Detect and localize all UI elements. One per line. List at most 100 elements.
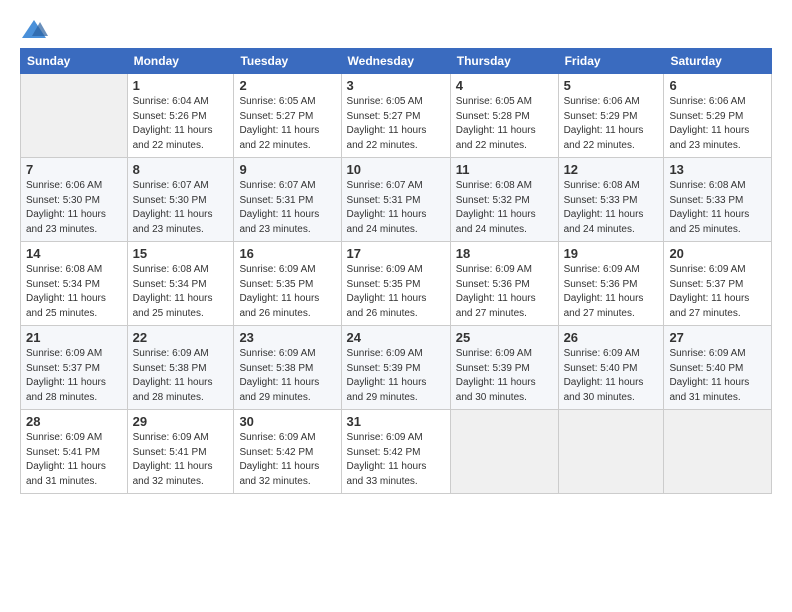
day-info: Sunrise: 6:09 AMSunset: 5:38 PMDaylight:… — [239, 347, 335, 405]
calendar-cell: 18 Sunrise: 6:09 AMSunset: 5:36 PMDayligh… — [450, 242, 558, 326]
day-info: Sunrise: 6:09 AMSunset: 5:37 PMDaylight:… — [669, 263, 766, 321]
day-number: 29 — [133, 414, 229, 429]
day-number: 6 — [669, 78, 766, 93]
calendar-cell: 1 Sunrise: 6:04 AMSunset: 5:26 PMDaylight… — [127, 74, 234, 158]
calendar-cell: 17 Sunrise: 6:09 AMSunset: 5:35 PMDayligh… — [341, 242, 450, 326]
calendar-cell: 27 Sunrise: 6:09 AMSunset: 5:40 PMDayligh… — [664, 326, 772, 410]
calendar-cell — [558, 410, 664, 494]
calendar-cell: 14 Sunrise: 6:08 AMSunset: 5:34 PMDayligh… — [21, 242, 128, 326]
calendar-cell: 11 Sunrise: 6:08 AMSunset: 5:32 PMDayligh… — [450, 158, 558, 242]
day-header-friday: Friday — [558, 49, 664, 74]
day-info: Sunrise: 6:08 AMSunset: 5:34 PMDaylight:… — [26, 263, 122, 321]
day-header-monday: Monday — [127, 49, 234, 74]
day-header-sunday: Sunday — [21, 49, 128, 74]
calendar-cell: 26 Sunrise: 6:09 AMSunset: 5:40 PMDayligh… — [558, 326, 664, 410]
day-number: 26 — [564, 330, 659, 345]
calendar-cell: 12 Sunrise: 6:08 AMSunset: 5:33 PMDayligh… — [558, 158, 664, 242]
calendar: SundayMondayTuesdayWednesdayThursdayFrid… — [20, 48, 772, 494]
day-header-tuesday: Tuesday — [234, 49, 341, 74]
day-number: 22 — [133, 330, 229, 345]
day-number: 8 — [133, 162, 229, 177]
calendar-cell: 3 Sunrise: 6:05 AMSunset: 5:27 PMDaylight… — [341, 74, 450, 158]
day-info: Sunrise: 6:07 AMSunset: 5:31 PMDaylight:… — [347, 179, 445, 237]
calendar-cell: 5 Sunrise: 6:06 AMSunset: 5:29 PMDaylight… — [558, 74, 664, 158]
day-info: Sunrise: 6:09 AMSunset: 5:41 PMDaylight:… — [26, 431, 122, 489]
day-number: 18 — [456, 246, 553, 261]
day-number: 27 — [669, 330, 766, 345]
day-info: Sunrise: 6:06 AMSunset: 5:29 PMDaylight:… — [564, 95, 659, 153]
day-number: 24 — [347, 330, 445, 345]
calendar-cell — [21, 74, 128, 158]
day-info: Sunrise: 6:09 AMSunset: 5:42 PMDaylight:… — [347, 431, 445, 489]
calendar-cell: 29Sunrise: 6:09 AMSunset: 5:41 PMDayligh… — [127, 410, 234, 494]
day-info: Sunrise: 6:07 AMSunset: 5:30 PMDaylight:… — [133, 179, 229, 237]
day-number: 31 — [347, 414, 445, 429]
day-info: Sunrise: 6:08 AMSunset: 5:33 PMDaylight:… — [564, 179, 659, 237]
day-info: Sunrise: 6:08 AMSunset: 5:33 PMDaylight:… — [669, 179, 766, 237]
calendar-cell: 7Sunrise: 6:06 AMSunset: 5:30 PMDaylight… — [21, 158, 128, 242]
day-number: 7 — [26, 162, 122, 177]
week-row-3: 21Sunrise: 6:09 AMSunset: 5:37 PMDayligh… — [21, 326, 772, 410]
day-info: Sunrise: 6:09 AMSunset: 5:35 PMDaylight:… — [347, 263, 445, 321]
day-number: 14 — [26, 246, 122, 261]
day-number: 16 — [239, 246, 335, 261]
calendar-body: 1 Sunrise: 6:04 AMSunset: 5:26 PMDaylight… — [21, 74, 772, 494]
day-number: 17 — [347, 246, 445, 261]
day-number: 20 — [669, 246, 766, 261]
day-number: 10 — [347, 162, 445, 177]
calendar-cell: 23 Sunrise: 6:09 AMSunset: 5:38 PMDayligh… — [234, 326, 341, 410]
day-number: 9 — [239, 162, 335, 177]
page: SundayMondayTuesdayWednesdayThursdayFrid… — [0, 0, 792, 504]
day-info: Sunrise: 6:09 AMSunset: 5:39 PMDaylight:… — [456, 347, 553, 405]
day-number: 4 — [456, 78, 553, 93]
calendar-cell: 25 Sunrise: 6:09 AMSunset: 5:39 PMDayligh… — [450, 326, 558, 410]
day-number: 3 — [347, 78, 445, 93]
calendar-cell: 24 Sunrise: 6:09 AMSunset: 5:39 PMDayligh… — [341, 326, 450, 410]
day-info: Sunrise: 6:09 AMSunset: 5:40 PMDaylight:… — [669, 347, 766, 405]
calendar-cell: 9 Sunrise: 6:07 AMSunset: 5:31 PMDaylight… — [234, 158, 341, 242]
calendar-cell: 21Sunrise: 6:09 AMSunset: 5:37 PMDayligh… — [21, 326, 128, 410]
calendar-header: SundayMondayTuesdayWednesdayThursdayFrid… — [21, 49, 772, 74]
week-row-2: 14 Sunrise: 6:08 AMSunset: 5:34 PMDayligh… — [21, 242, 772, 326]
day-number: 28 — [26, 414, 122, 429]
day-header-row: SundayMondayTuesdayWednesdayThursdayFrid… — [21, 49, 772, 74]
day-number: 15 — [133, 246, 229, 261]
calendar-cell: 20 Sunrise: 6:09 AMSunset: 5:37 PMDayligh… — [664, 242, 772, 326]
calendar-cell — [450, 410, 558, 494]
day-info: Sunrise: 6:09 AMSunset: 5:35 PMDaylight:… — [239, 263, 335, 321]
day-info: Sunrise: 6:04 AMSunset: 5:26 PMDaylight:… — [133, 95, 229, 153]
calendar-cell: 4 Sunrise: 6:05 AMSunset: 5:28 PMDaylight… — [450, 74, 558, 158]
calendar-cell: 22Sunrise: 6:09 AMSunset: 5:38 PMDayligh… — [127, 326, 234, 410]
day-number: 2 — [239, 78, 335, 93]
day-info: Sunrise: 6:08 AMSunset: 5:32 PMDaylight:… — [456, 179, 553, 237]
day-number: 25 — [456, 330, 553, 345]
day-info: Sunrise: 6:09 AMSunset: 5:42 PMDaylight:… — [239, 431, 335, 489]
day-number: 1 — [133, 78, 229, 93]
day-number: 11 — [456, 162, 553, 177]
week-row-1: 7Sunrise: 6:06 AMSunset: 5:30 PMDaylight… — [21, 158, 772, 242]
day-number: 13 — [669, 162, 766, 177]
day-info: Sunrise: 6:09 AMSunset: 5:40 PMDaylight:… — [564, 347, 659, 405]
day-info: Sunrise: 6:05 AMSunset: 5:28 PMDaylight:… — [456, 95, 553, 153]
day-info: Sunrise: 6:09 AMSunset: 5:37 PMDaylight:… — [26, 347, 122, 405]
logo-icon — [20, 18, 48, 40]
calendar-cell — [664, 410, 772, 494]
day-info: Sunrise: 6:07 AMSunset: 5:31 PMDaylight:… — [239, 179, 335, 237]
day-info: Sunrise: 6:09 AMSunset: 5:36 PMDaylight:… — [564, 263, 659, 321]
calendar-cell: 8 Sunrise: 6:07 AMSunset: 5:30 PMDaylight… — [127, 158, 234, 242]
day-info: Sunrise: 6:09 AMSunset: 5:36 PMDaylight:… — [456, 263, 553, 321]
calendar-cell: 31 Sunrise: 6:09 AMSunset: 5:42 PMDayligh… — [341, 410, 450, 494]
day-number: 12 — [564, 162, 659, 177]
calendar-cell: 16 Sunrise: 6:09 AMSunset: 5:35 PMDayligh… — [234, 242, 341, 326]
week-row-0: 1 Sunrise: 6:04 AMSunset: 5:26 PMDaylight… — [21, 74, 772, 158]
day-number: 30 — [239, 414, 335, 429]
day-number: 19 — [564, 246, 659, 261]
day-info: Sunrise: 6:09 AMSunset: 5:39 PMDaylight:… — [347, 347, 445, 405]
header — [20, 18, 772, 40]
day-info: Sunrise: 6:05 AMSunset: 5:27 PMDaylight:… — [347, 95, 445, 153]
day-info: Sunrise: 6:05 AMSunset: 5:27 PMDaylight:… — [239, 95, 335, 153]
day-number: 23 — [239, 330, 335, 345]
calendar-cell: 2 Sunrise: 6:05 AMSunset: 5:27 PMDaylight… — [234, 74, 341, 158]
day-number: 5 — [564, 78, 659, 93]
day-info: Sunrise: 6:08 AMSunset: 5:34 PMDaylight:… — [133, 263, 229, 321]
